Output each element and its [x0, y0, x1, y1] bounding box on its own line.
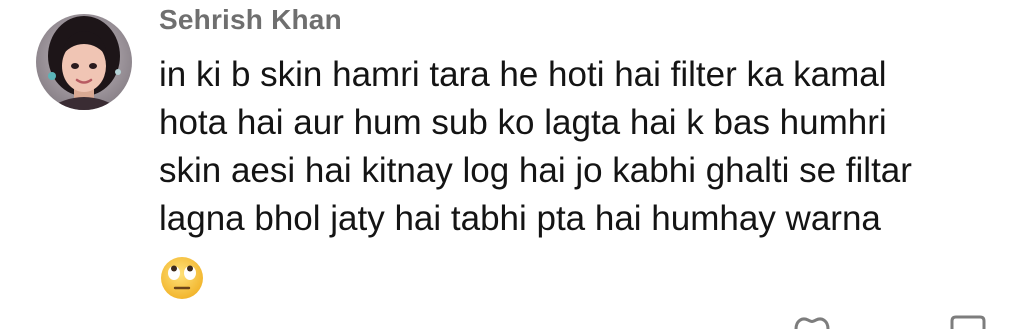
comment-text-line: skin aesi hai kitnay log hai jo kabhi gh…	[159, 151, 912, 190]
comment-text-line: lagna bhol jaty hai tabhi pta hai humhay…	[159, 199, 881, 238]
comment-text-line: in ki b skin hamri tara he hoti hai filt…	[159, 55, 887, 94]
comment-author[interactable]: Sehrish Khan	[159, 4, 342, 36]
comment-text: in ki b skin hamri tara he hoti hai filt…	[159, 51, 1004, 243]
avatar-photo	[36, 14, 132, 110]
comment-text-line: hota hai aur hum sub ko lagta hai k bas …	[159, 103, 887, 142]
avatar[interactable]	[36, 14, 132, 110]
face-with-rolling-eyes-emoji	[159, 255, 205, 301]
comment-card: Sehrish Khan in ki b skin hamri tara he …	[0, 0, 1024, 330]
